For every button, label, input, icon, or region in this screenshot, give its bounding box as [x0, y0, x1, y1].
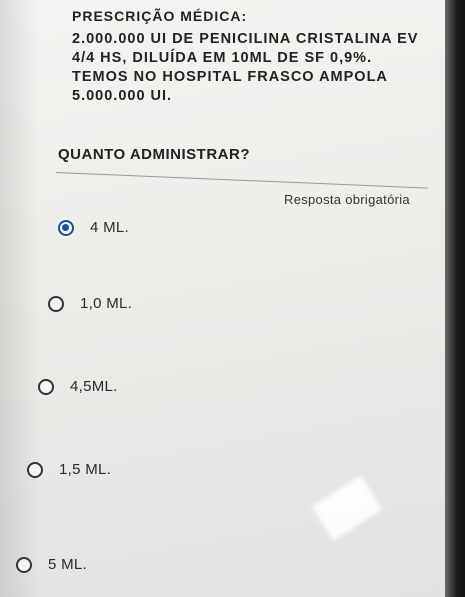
option-5ml[interactable]: 5 ML. — [16, 556, 87, 573]
prescription-line-1: 2.000.000 UI DE PENICILINA CRISTALINA EV — [72, 31, 419, 47]
prescription-title: PRESCRIÇÃO MÉDICA: — [72, 8, 248, 24]
option-label: 4,5ML. — [70, 378, 118, 395]
radio-icon[interactable] — [16, 556, 32, 573]
option-label: 1,0 ML. — [80, 295, 133, 312]
shadow-overlay — [0, 0, 40, 597]
option-1-5ml[interactable]: 1,5 ML. — [27, 461, 111, 478]
prescription-line-2: 4/4 HS, DILUÍDA EM 10ML DE SF 0,9%. — [72, 50, 373, 66]
required-label: Resposta obrigatória — [284, 192, 410, 207]
option-1-0ml[interactable]: 1,0 ML. — [48, 295, 132, 312]
question-text: QUANTO ADMINISTRAR? — [58, 146, 250, 163]
radio-icon[interactable] — [27, 461, 43, 478]
radio-icon[interactable] — [38, 378, 54, 395]
question-divider — [55, 172, 428, 189]
option-label: 1,5 ML. — [59, 461, 112, 478]
radio-icon[interactable] — [48, 295, 64, 312]
option-4ml[interactable]: 4 ML. — [58, 219, 129, 236]
device-bezel — [445, 0, 465, 597]
form-screen: PRESCRIÇÃO MÉDICA: 2.000.000 UI DE PENIC… — [0, 0, 465, 597]
option-label: 5 ML. — [48, 556, 88, 573]
screen-glare — [311, 475, 383, 541]
option-label: 4 ML. — [90, 219, 130, 236]
option-4-5ml[interactable]: 4,5ML. — [38, 378, 118, 395]
prescription-line-3: TEMOS NO HOSPITAL FRASCO AMPOLA — [72, 69, 388, 85]
radio-selected-icon[interactable] — [58, 219, 74, 236]
prescription-line-4: 5.000.000 UI. — [72, 88, 173, 104]
prescription-block: PRESCRIÇÃO MÉDICA: 2.000.000 UI DE PENIC… — [72, 8, 444, 106]
